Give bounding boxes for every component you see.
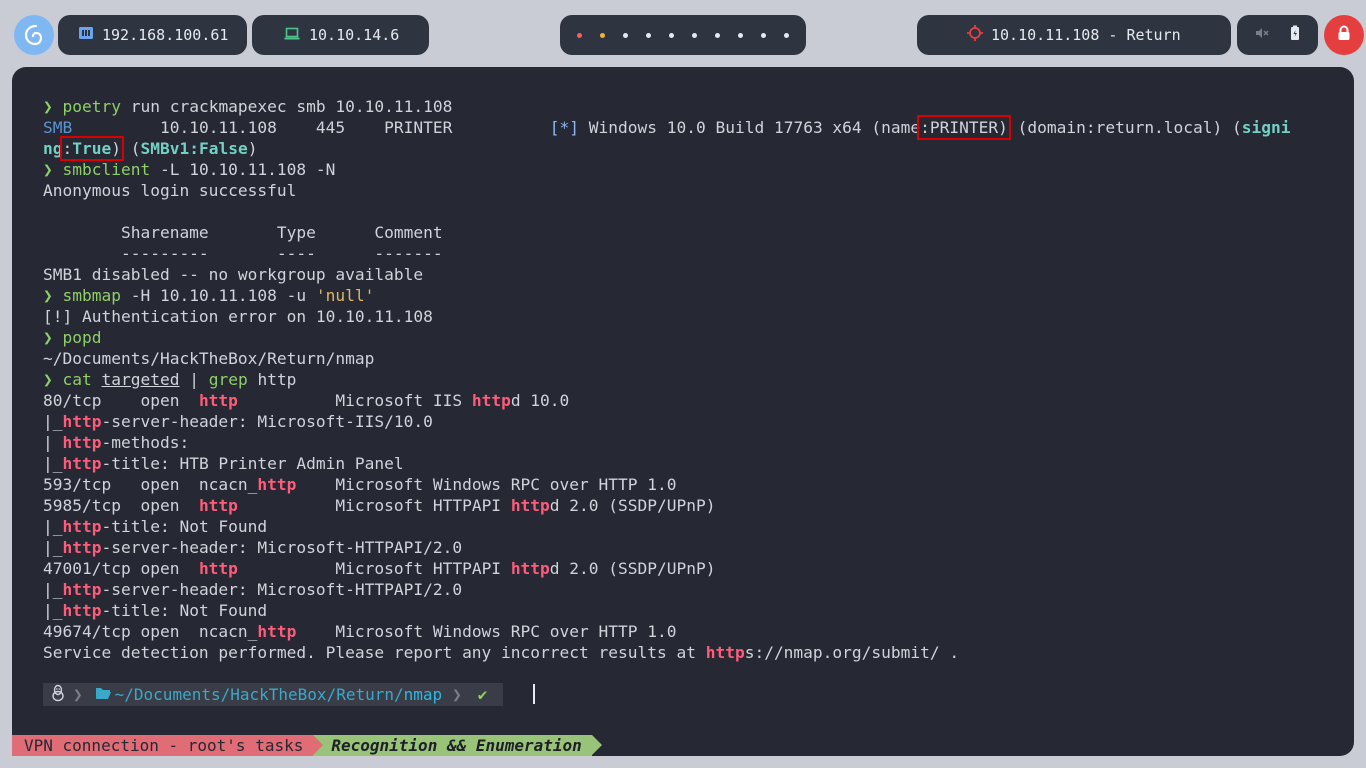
prompt-status-segment: ✔ (467, 683, 504, 706)
workspace-9[interactable] (761, 32, 766, 38)
terminal-line: ~/Documents/HackTheBox/Return/nmap (43, 349, 375, 368)
terminal-line: Service detection performed. Please repo… (43, 643, 960, 662)
terminal-output: ❯ poetry run crackmapexec smb 10.10.11.1… (43, 96, 1291, 663)
terminal-line: |_http-title: Not Found (43, 601, 268, 620)
lock-icon (1337, 25, 1351, 45)
terminal-cursor (533, 684, 535, 704)
terminal-line: 80/tcp open http Microsoft IIS httpd 10.… (43, 391, 570, 410)
terminal-line: Sharename Type Comment (43, 223, 443, 242)
workspace-10[interactable] (784, 32, 789, 38)
terminal-line: SMB 10.10.11.108 445 PRINTER [*] Windows… (43, 115, 1291, 140)
target-label: 10.10.11.108 - Return (991, 26, 1181, 44)
lock-screen-button[interactable] (1324, 15, 1364, 55)
terminal-line: ng:True) (SMBv1:False) (43, 136, 258, 161)
linux-tux-icon (49, 684, 67, 706)
workspace-7[interactable] (715, 32, 720, 38)
system-tray[interactable] (1237, 15, 1318, 55)
terminal-window[interactable]: ❯ poetry run crackmapexec smb 10.10.11.1… (12, 67, 1354, 756)
shell-prompt: ❯ ~/Documents/HackTheBox/Return/nmap ❯ ✔ (43, 683, 504, 706)
battery-icon[interactable] (1290, 25, 1300, 45)
prompt-path: ~/Documents/HackTheBox/Return/ (114, 685, 404, 704)
terminal-line: [!] Authentication error on 10.10.11.108 (43, 307, 433, 326)
terminal-line: |_http-title: HTB Printer Admin Panel (43, 454, 404, 473)
workspace-4[interactable] (646, 32, 651, 38)
terminal-line: 5985/tcp open http Microsoft HTTPAPI htt… (43, 496, 716, 515)
prompt-current-dir: nmap (403, 685, 443, 704)
terminal-line: |_http-title: Not Found (43, 517, 268, 536)
tmux-status-bar: VPN connection - root's tasks Recognitio… (12, 735, 603, 756)
terminal-line: --------- ---- ------- (43, 244, 443, 263)
vpn-ip: 10.10.14.6 (309, 26, 400, 44)
workspace-3[interactable] (623, 32, 628, 38)
terminal-line: |_http-server-header: Microsoft-IIS/10.0 (43, 412, 433, 431)
terminal-line: 47001/tcp open http Microsoft HTTPAPI ht… (43, 559, 716, 578)
debian-logo-icon[interactable] (14, 15, 54, 55)
workspace-5[interactable] (669, 32, 674, 38)
target-widget[interactable]: 10.10.11.108 - Return (917, 15, 1231, 55)
terminal-line: ❯ popd (43, 328, 102, 347)
terminal-line: SMB1 disabled -- no workgroup available (43, 265, 424, 284)
window-tab-active[interactable]: Recognition && Enumeration (313, 735, 603, 756)
volume-muted-icon[interactable] (1255, 26, 1269, 44)
session-tab[interactable]: VPN connection - root's tasks (12, 735, 324, 756)
workspace-2[interactable] (600, 32, 605, 38)
crosshair-icon (967, 25, 983, 45)
terminal-line: ❯ smbmap -H 10.10.11.108 -u 'null' (43, 286, 375, 305)
terminal-line: |_http-server-header: Microsoft-HTTPAPI/… (43, 580, 463, 599)
terminal-line: ❯ cat targeted | grep http (43, 370, 297, 389)
network-card-icon (78, 26, 94, 44)
terminal-line: | http-methods: (43, 433, 190, 452)
terminal-line: 49674/tcp open ncacn_http Microsoft Wind… (43, 622, 677, 641)
host-ip-widget[interactable]: 192.168.100.61 (58, 15, 247, 55)
host-ip: 192.168.100.61 (102, 26, 229, 44)
prompt-ok-check: ✔ (477, 685, 488, 704)
prompt-path-segment: ~/Documents/HackTheBox/Return/nmap ❯ (88, 683, 468, 706)
workspace-1[interactable] (577, 32, 582, 38)
signing-true-highlight: :True) (59, 136, 125, 161)
printer-name-highlight: :PRINTER) (917, 115, 1011, 140)
terminal-line: Anonymous login successful (43, 181, 297, 200)
workspace-8[interactable] (738, 32, 743, 38)
folder-open-icon (95, 685, 112, 704)
terminal-line: 593/tcp open ncacn_http Microsoft Window… (43, 475, 677, 494)
workspace-switcher[interactable] (560, 15, 806, 55)
terminal-line: ❯ smbclient -L 10.10.11.108 -N (43, 160, 336, 179)
prompt-os-segment: ❯ (43, 683, 89, 706)
terminal-line: |_http-server-header: Microsoft-HTTPAPI/… (43, 538, 463, 557)
laptop-icon (284, 26, 300, 44)
workspace-6[interactable] (692, 32, 697, 38)
terminal-line: ❯ poetry run crackmapexec smb 10.10.11.1… (43, 97, 453, 116)
vpn-ip-widget[interactable]: 10.10.14.6 (252, 15, 429, 55)
